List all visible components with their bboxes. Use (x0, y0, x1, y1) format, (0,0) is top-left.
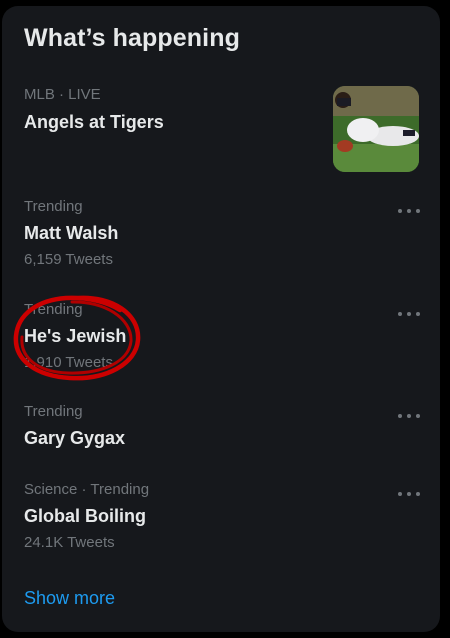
trend-meta: Trending (24, 198, 83, 215)
trend-thumbnail-image (333, 86, 419, 172)
trend-tweet-count: 6,159 Tweets (24, 251, 113, 268)
trend-item-global-boiling[interactable]: Science · Trending Global Boiling 24.1K … (2, 481, 440, 561)
trend-name: Global Boiling (24, 506, 146, 526)
trend-item-angels-at-tigers[interactable]: MLB · LIVE Angels at Tigers (2, 86, 440, 174)
trend-meta: Science · Trending (24, 481, 150, 498)
trend-name: Angels at Tigers (24, 112, 164, 132)
trend-meta: Trending (24, 403, 83, 420)
trend-item-hes-jewish[interactable]: Trending He's Jewish 1,910 Tweets (2, 301, 440, 381)
trend-item-matt-walsh[interactable]: Trending Matt Walsh 6,159 Tweets (2, 198, 440, 278)
trend-meta: Trending (24, 301, 83, 318)
whats-happening-panel: What’s happening MLB · LIVE Angels at Ti… (2, 6, 440, 632)
trend-name: He's Jewish (24, 326, 127, 346)
trend-tweet-count: 1,910 Tweets (24, 354, 113, 371)
more-horizontal-icon[interactable] (398, 204, 420, 218)
more-horizontal-icon[interactable] (398, 409, 420, 423)
trend-name: Gary Gygax (24, 428, 126, 448)
panel-title: What’s happening (24, 24, 240, 52)
show-more-link[interactable]: Show more (24, 588, 115, 609)
trend-name: Matt Walsh (24, 223, 119, 243)
more-horizontal-icon[interactable] (398, 307, 420, 321)
trend-item-gary-gygax[interactable]: Trending Gary Gygax (2, 403, 440, 459)
more-horizontal-icon[interactable] (398, 487, 420, 501)
trend-tweet-count: 24.1K Tweets (24, 534, 115, 551)
trend-meta: MLB · LIVE (24, 86, 101, 103)
